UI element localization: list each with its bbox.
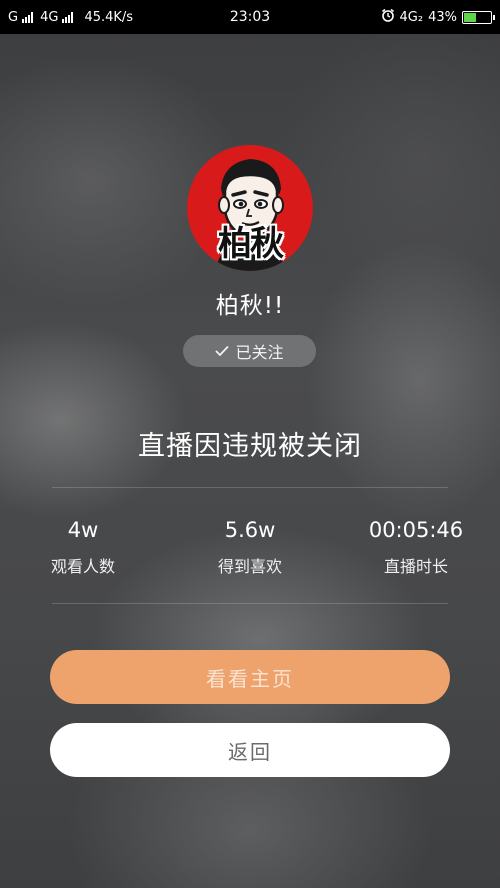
battery-fill xyxy=(464,12,477,22)
stat-viewers: 4w 观看人数 xyxy=(8,515,158,581)
stat-value: 5.6w xyxy=(224,518,276,542)
stat-value: 4w xyxy=(67,518,99,542)
status-right: 4G₂ 43% xyxy=(381,8,495,26)
avatar-text: 柏秋 xyxy=(218,224,284,264)
avatar[interactable]: 柏秋 xyxy=(187,145,313,271)
alarm-icon xyxy=(381,8,395,26)
status-bar: G 4G 45.4K/s 23:03 4G₂ 43% xyxy=(0,0,500,34)
followed-button[interactable]: 已关注 xyxy=(183,335,316,367)
checkmark-icon xyxy=(215,342,230,361)
stat-duration: 00:05:46 直播时长 xyxy=(341,515,491,581)
battery-percent: 43% xyxy=(428,9,457,25)
divider-bottom xyxy=(52,603,448,604)
view-homepage-button[interactable]: 看看主页 xyxy=(50,650,450,704)
username: 柏秋!! xyxy=(215,293,285,319)
followed-label: 已关注 xyxy=(235,343,284,362)
stat-value: 00:05:46 xyxy=(368,518,464,542)
stat-label: 得到喜欢 xyxy=(217,557,282,576)
battery-icon xyxy=(462,10,495,24)
stat-likes: 5.6w 得到喜欢 xyxy=(175,515,325,581)
stat-label: 直播时长 xyxy=(383,557,448,576)
network-type: 4G₂ xyxy=(399,9,424,25)
stat-label: 观看人数 xyxy=(50,557,115,576)
closed-title: 直播因违规被关闭 xyxy=(138,431,362,462)
back-button[interactable]: 返回 xyxy=(50,723,450,777)
divider-top xyxy=(52,487,448,488)
